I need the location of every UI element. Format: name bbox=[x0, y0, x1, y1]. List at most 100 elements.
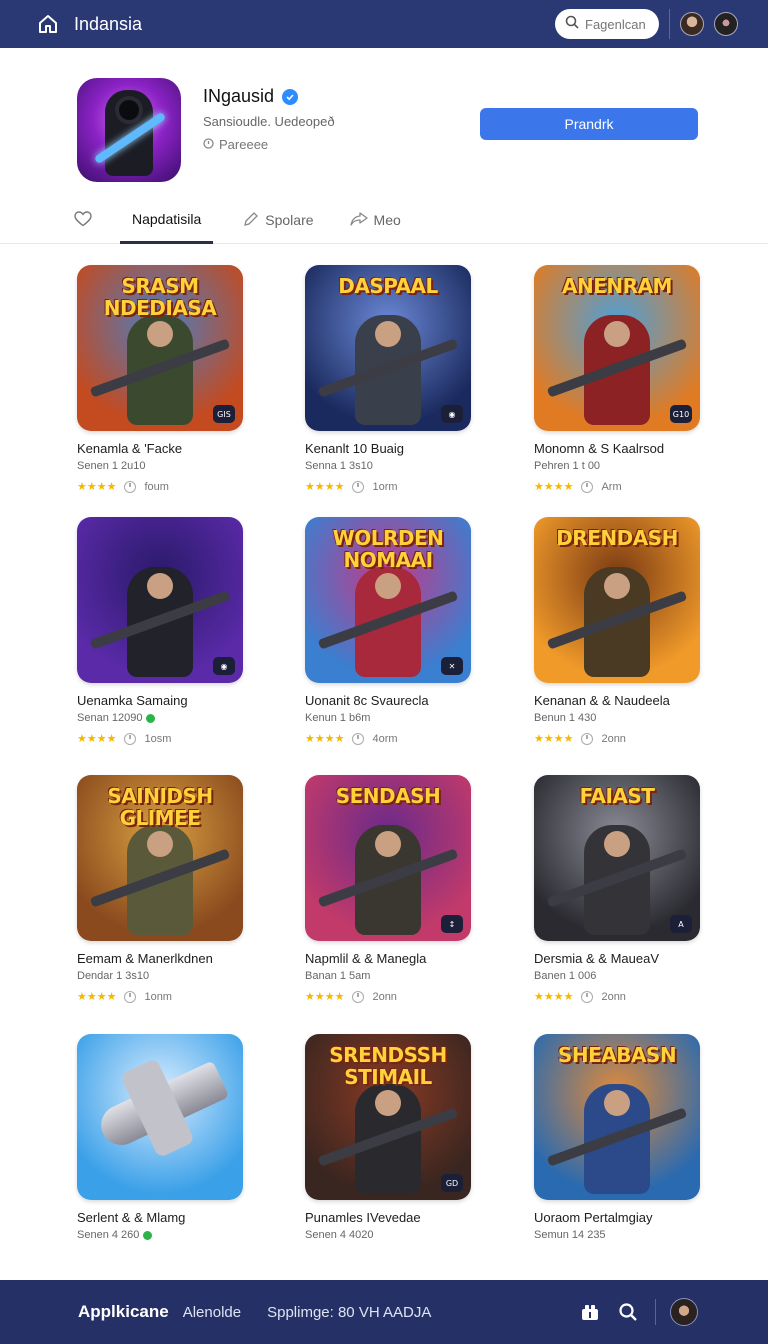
game-title[interactable]: Serlent & & Mlamg bbox=[77, 1210, 257, 1225]
verified-dot-icon bbox=[143, 1230, 153, 1240]
game-card[interactable]: SAINIDSH GLIMEE Eemam & Manerlkdnen Dendar… bbox=[77, 775, 257, 1003]
search-input[interactable] bbox=[585, 16, 649, 32]
primary-action-button[interactable]: Prandrk bbox=[480, 108, 698, 140]
search-icon bbox=[565, 15, 579, 34]
verified-icon bbox=[282, 88, 299, 105]
game-thumbnail[interactable]: SHEABASN bbox=[534, 1034, 700, 1200]
game-subtitle: Senen 4 4020 bbox=[305, 1229, 485, 1241]
game-card[interactable]: SRENDSSH STIMAIL GD Punamles IVevedae Senen… bbox=[305, 1034, 485, 1241]
play-time: 2onn bbox=[601, 990, 626, 1003]
game-title[interactable]: Monomn & S Kaalrsod bbox=[534, 441, 714, 456]
home-icon[interactable] bbox=[36, 12, 60, 36]
game-logo-text: WOLRDEN NOMAAI bbox=[332, 526, 444, 572]
rating-row: ★★★★ 1orm bbox=[305, 480, 485, 493]
tab-share[interactable]: Meo bbox=[338, 196, 413, 244]
platform-badge: ◉ bbox=[441, 405, 463, 423]
game-thumbnail[interactable]: DASPAAL ◉ bbox=[305, 265, 471, 431]
game-card[interactable]: FAIAST A Dersmia & & MaueaV Banen 1 006 ★★★★… bbox=[534, 775, 714, 1003]
tab-active-label: Napdatisila bbox=[132, 210, 202, 227]
app-subtitle: Sansioudle. Uedeopeð bbox=[203, 114, 335, 129]
game-thumbnail[interactable]: DRENDASH bbox=[534, 517, 700, 683]
rating-row: ★★★★ 2onn bbox=[305, 990, 485, 1003]
game-subtitle: Kenun 1 b6m bbox=[305, 712, 485, 724]
game-logo-text: SRASM NDEDIASA bbox=[103, 274, 217, 320]
rating-row: ★★★★ 2onn bbox=[534, 990, 714, 1003]
star-rating-icon: ★★★★ bbox=[77, 481, 117, 493]
app-brand[interactable]: Indansia bbox=[74, 14, 555, 35]
game-subtitle-text: Benun 1 430 bbox=[534, 712, 597, 724]
divider bbox=[655, 1299, 656, 1325]
game-card[interactable]: SENDASH ↕ Napmlil & & Manegla Banan 1 5am ★★… bbox=[305, 775, 485, 1003]
game-thumbnail[interactable]: SENDASH ↕ bbox=[305, 775, 471, 941]
secondary-avatar[interactable] bbox=[714, 12, 738, 36]
game-card[interactable]: WOLRDEN NOMAAI ✕ Uonanit 8c Svaurecla Kenun… bbox=[305, 517, 485, 745]
game-card[interactable]: DASPAAL ◉ Kenanlt 10 Buaig Senna 1 3s10 ★★★★… bbox=[305, 265, 485, 493]
platform-badge: GD bbox=[441, 1174, 463, 1192]
game-subtitle-text: Banan 1 5am bbox=[305, 970, 371, 982]
play-time: foum bbox=[144, 480, 169, 493]
game-title[interactable]: Uoraom Pertalmgiay bbox=[534, 1210, 714, 1225]
game-logo-text: SHEABASN bbox=[557, 1043, 677, 1067]
game-title[interactable]: Uenamka Samaing bbox=[77, 693, 257, 708]
game-title[interactable]: Punamles IVevedae bbox=[305, 1210, 485, 1225]
play-time: 4orm bbox=[372, 732, 398, 745]
app-header: INgausid Sansioudle. Uedeopeð Pareeee Pr… bbox=[0, 48, 768, 244]
game-title[interactable]: Uonanit 8c Svaurecla bbox=[305, 693, 485, 708]
star-rating-icon: ★★★★ bbox=[77, 991, 117, 1003]
clock-icon bbox=[203, 137, 214, 152]
game-thumbnail[interactable] bbox=[77, 1034, 243, 1200]
profile-avatar[interactable] bbox=[670, 1298, 698, 1326]
game-thumbnail[interactable]: SRENDSSH STIMAIL GD bbox=[305, 1034, 471, 1200]
footer-status: Spplimge: 80 VH AADJA bbox=[267, 1303, 432, 1321]
bottom-bar: Applkicane Alenolde Spplimge: 80 VH AADJ… bbox=[0, 1280, 768, 1344]
game-card[interactable]: DRENDASH Kenanan & & Naudeela Benun 1 430 ★… bbox=[534, 517, 714, 745]
search-icon[interactable] bbox=[617, 1301, 639, 1323]
footer-link[interactable]: Alenolde bbox=[183, 1304, 241, 1321]
game-card[interactable]: ◉ Uenamka Samaing Senan 12090 ★★★★ 1osm bbox=[77, 517, 257, 745]
game-thumbnail[interactable]: ANENRAM G10 bbox=[534, 265, 700, 431]
tab-active[interactable]: Napdatisila bbox=[120, 196, 214, 244]
game-logo-text: DRENDASH bbox=[556, 526, 678, 550]
game-subtitle: Banen 1 006 bbox=[534, 970, 714, 982]
game-thumbnail[interactable]: FAIAST A bbox=[534, 775, 700, 941]
game-thumbnail[interactable]: ◉ bbox=[77, 517, 243, 683]
plane-illustration bbox=[94, 1060, 230, 1152]
game-title[interactable]: Eemam & Manerlkdnen bbox=[77, 951, 257, 966]
game-subtitle-text: Pehren 1 t 00 bbox=[534, 460, 601, 472]
game-title[interactable]: Kenanan & & Naudeela bbox=[534, 693, 714, 708]
platform-badge: G10 bbox=[670, 405, 692, 423]
game-subtitle: Pehren 1 t 00 bbox=[534, 460, 714, 472]
game-card[interactable]: SRASM NDEDIASA GIS Kenamla & 'Facke Senen 1… bbox=[77, 265, 257, 493]
game-card[interactable]: Serlent & & Mlamg Senen 4 260 bbox=[77, 1034, 257, 1241]
game-subtitle: Semun 14 235 bbox=[534, 1229, 714, 1241]
clock-icon bbox=[581, 732, 594, 745]
game-card[interactable]: ANENRAM G10 Monomn & S Kaalrsod Pehren 1 t … bbox=[534, 265, 714, 493]
game-subtitle-text: Senen 4 4020 bbox=[305, 1229, 374, 1241]
clock-icon bbox=[352, 732, 365, 745]
game-thumbnail[interactable]: WOLRDEN NOMAAI ✕ bbox=[305, 517, 471, 683]
tab-explore[interactable]: Spolare bbox=[231, 196, 325, 244]
game-subtitle: Senna 1 3s10 bbox=[305, 460, 485, 472]
user-avatar[interactable] bbox=[680, 12, 704, 36]
search-box[interactable] bbox=[555, 9, 659, 39]
game-title[interactable]: Napmlil & & Manegla bbox=[305, 951, 485, 966]
game-title[interactable]: Dersmia & & MaueaV bbox=[534, 951, 714, 966]
game-thumbnail[interactable]: SRASM NDEDIASA GIS bbox=[77, 265, 243, 431]
platform-badge: ✕ bbox=[441, 657, 463, 675]
game-title[interactable]: Kenanlt 10 Buaig bbox=[305, 441, 485, 456]
star-rating-icon: ★★★★ bbox=[305, 481, 345, 493]
gift-icon[interactable] bbox=[579, 1301, 601, 1323]
favorite-tab[interactable] bbox=[66, 196, 100, 244]
game-card[interactable]: SHEABASN Uoraom Pertalmgiay Semun 14 235 bbox=[534, 1034, 714, 1241]
game-title[interactable]: Kenamla & 'Facke bbox=[77, 441, 257, 456]
play-time: Arm bbox=[601, 480, 622, 493]
clock-icon bbox=[581, 990, 594, 1003]
platform-badge: GIS bbox=[213, 405, 235, 423]
footer-brand[interactable]: Applkicane bbox=[78, 1302, 169, 1322]
game-logo-text: SRENDSSH STIMAIL bbox=[329, 1043, 447, 1089]
pencil-icon bbox=[243, 211, 259, 230]
tab-share-label: Meo bbox=[373, 212, 401, 228]
platform-badge: ↕ bbox=[441, 915, 463, 933]
clock-icon bbox=[352, 480, 365, 493]
game-thumbnail[interactable]: SAINIDSH GLIMEE bbox=[77, 775, 243, 941]
